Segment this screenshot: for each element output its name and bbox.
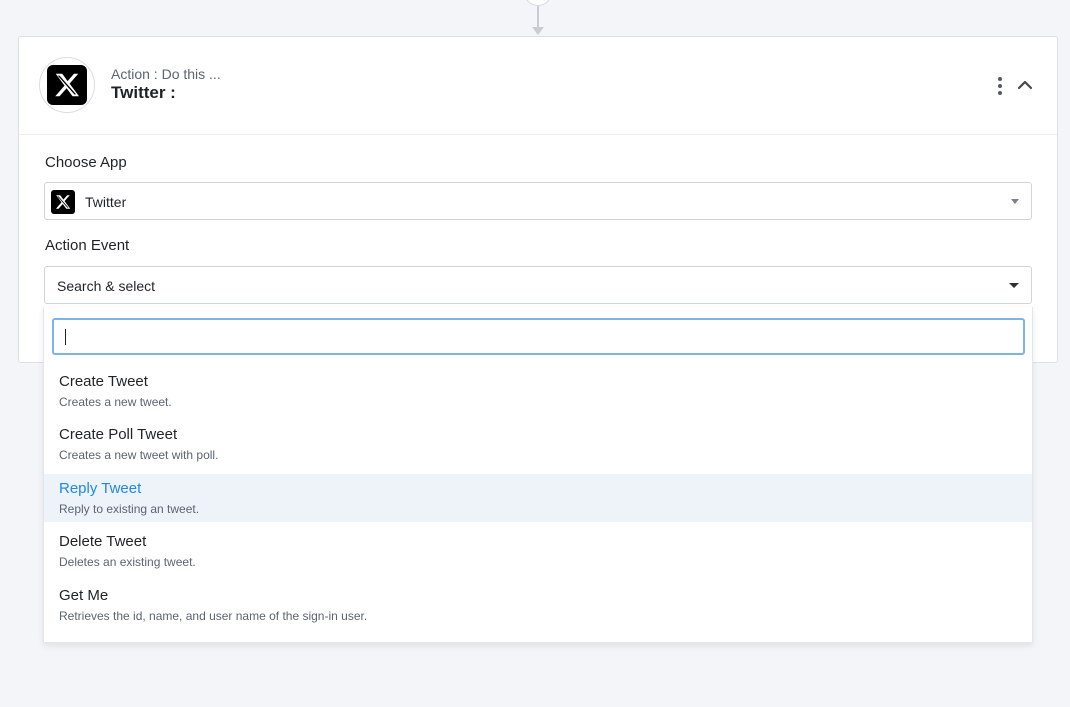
option-description: Retrieves the id, name, and user name of… bbox=[59, 609, 368, 623]
option-delete-tweet[interactable]: Delete Tweet Deletes an existing tweet. bbox=[44, 527, 1032, 575]
option-get-me[interactable]: Get Me Retrieves the id, name, and user … bbox=[44, 581, 1032, 629]
step-title: Twitter : bbox=[111, 83, 176, 102]
option-reply-tweet[interactable]: Reply Tweet Reply to existing an tweet. bbox=[44, 474, 1032, 522]
step-subtitle: Action : Do this ... bbox=[111, 66, 221, 82]
x-logo-icon bbox=[51, 190, 75, 214]
option-title: Create Tweet bbox=[59, 373, 148, 390]
chevron-up-icon[interactable] bbox=[1015, 75, 1035, 95]
kebab-menu-icon[interactable] bbox=[992, 75, 1008, 97]
action-event-placeholder: Search & select bbox=[57, 278, 156, 294]
step-header[interactable]: Action : Do this ... Twitter : bbox=[19, 37, 1057, 135]
caret-down-icon bbox=[1009, 283, 1019, 288]
action-event-select[interactable]: Search & select bbox=[44, 266, 1032, 304]
option-create-tweet[interactable]: Create Tweet Creates a new tweet. bbox=[44, 367, 1032, 415]
option-title: Reply Tweet bbox=[59, 480, 142, 497]
flow-connector-line bbox=[537, 6, 539, 28]
option-title: Get Me bbox=[59, 587, 109, 604]
option-description: Creates a new tweet with poll. bbox=[59, 448, 219, 462]
app-logo bbox=[39, 57, 95, 113]
option-description: Reply to existing an tweet. bbox=[59, 502, 200, 516]
caret-down-icon bbox=[1011, 199, 1019, 204]
option-title: Delete Tweet bbox=[59, 533, 147, 550]
option-create-poll-tweet[interactable]: Create Poll Tweet Creates a new tweet wi… bbox=[44, 420, 1032, 468]
action-event-search-input[interactable] bbox=[52, 318, 1025, 355]
x-logo-icon bbox=[47, 65, 87, 105]
flow-connector-arrow-icon bbox=[532, 27, 544, 35]
option-description: Deletes an existing tweet. bbox=[59, 555, 196, 569]
choose-app-value: Twitter bbox=[85, 194, 127, 210]
choose-app-select[interactable]: Twitter bbox=[44, 182, 1032, 220]
text-cursor bbox=[65, 329, 66, 345]
action-event-label: Action Event bbox=[45, 237, 130, 254]
action-event-dropdown: Create Tweet Creates a new tweet. Create… bbox=[43, 307, 1033, 643]
option-title: Create Poll Tweet bbox=[59, 426, 178, 443]
option-description: Creates a new tweet. bbox=[59, 395, 172, 409]
choose-app-label: Choose App bbox=[45, 154, 127, 171]
